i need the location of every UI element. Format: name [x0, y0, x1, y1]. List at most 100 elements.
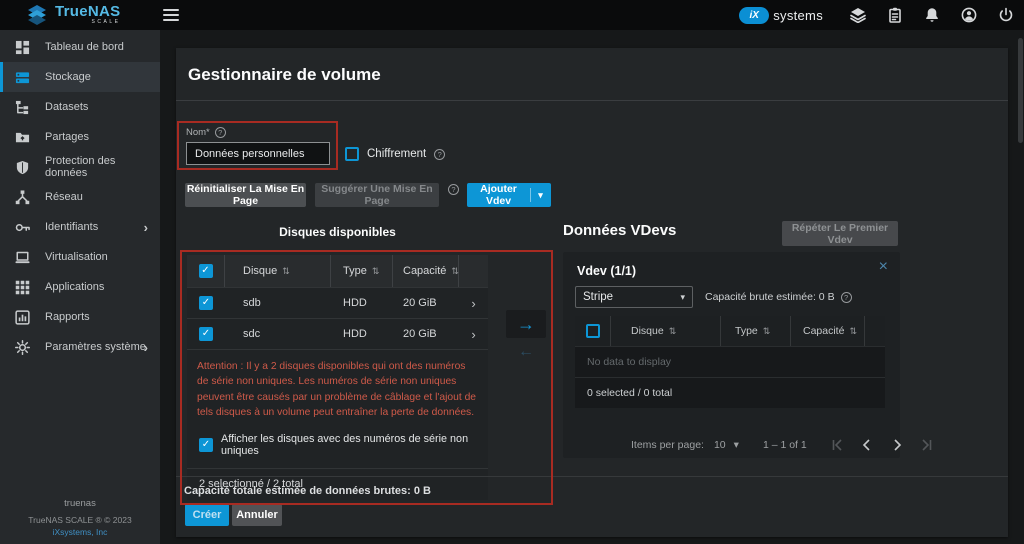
key-icon	[15, 220, 30, 235]
sidebar-item-label: Réseau	[45, 191, 83, 203]
column-type[interactable]: Type	[343, 265, 367, 277]
create-button[interactable]: Créer	[185, 504, 229, 526]
dashboard-icon	[15, 40, 30, 55]
select-all-checkbox[interactable]: ✓	[199, 264, 213, 278]
sidebar: Tableau de bord Stockage Datasets Partag…	[0, 30, 160, 544]
row-checkbox[interactable]: ✓	[199, 296, 213, 310]
show-nonunique-checkbox[interactable]: ✓	[199, 438, 213, 452]
next-page-button[interactable]	[887, 435, 907, 455]
ix-name: systems	[773, 8, 823, 23]
first-page-button[interactable]	[827, 435, 847, 455]
sidebar-item-applications[interactable]: Applications	[0, 272, 160, 302]
truenas-logo[interactable]: TrueNAS SCALE	[26, 3, 120, 25]
column-disque[interactable]: Disque	[243, 265, 277, 277]
user-account-icon[interactable]	[961, 7, 977, 23]
jobs-icon[interactable]	[887, 7, 903, 23]
move-right-button[interactable]: →	[506, 310, 546, 338]
sidebar-item-system-settings[interactable]: Paramètres système ›	[0, 332, 160, 362]
sidebar-item-data-protection[interactable]: Protection des données	[0, 152, 160, 182]
table-row-sdc[interactable]: ✓ sdc HDD 20 GiB ›	[187, 318, 488, 349]
sort-icon[interactable]: ⇅	[763, 326, 771, 337]
arrow-right-icon: →	[517, 314, 535, 335]
close-icon[interactable]: ×	[879, 258, 888, 276]
layout-value: Stripe	[583, 291, 680, 303]
caret-down-icon[interactable]: ▾	[531, 190, 551, 201]
ixsystems-link[interactable]: iXsystems, Inc	[0, 528, 160, 538]
sidebar-item-label: Partages	[45, 131, 89, 143]
expand-row-icon[interactable]: ›	[471, 327, 475, 342]
serial-warning-text: Attention : Il y a 2 disques disponibles…	[197, 359, 478, 421]
brand-text: TrueNAS SCALE	[55, 4, 120, 25]
sidebar-footer: truenas TrueNAS SCALE ® © 2023 iXsystems…	[0, 499, 160, 538]
sort-icon[interactable]: ⇅	[669, 326, 677, 337]
datasets-tree-icon	[15, 100, 30, 115]
sidebar-item-reports[interactable]: Rapports	[0, 302, 160, 332]
repeat-first-vdev-button[interactable]: Répéter Le Premier Vdev	[782, 221, 898, 246]
vdev-selection-summary: 0 selected / 0 total	[575, 377, 885, 408]
row-checkbox[interactable]: ✓	[199, 327, 213, 341]
disk-type: HDD	[343, 328, 367, 340]
help-icon[interactable]: ?	[434, 149, 445, 160]
caret-down-icon: ▾	[734, 439, 739, 451]
brand-name: TrueNAS	[55, 4, 120, 19]
items-per-page-select[interactable]: 10 ▾	[714, 439, 739, 451]
estimated-capacity-label: Capacité brute estimée: 0 B	[705, 291, 835, 303]
encryption-checkbox[interactable]	[345, 147, 359, 161]
sidebar-nav: Tableau de bord Stockage Datasets Partag…	[0, 32, 160, 362]
sidebar-item-label: Identifiants	[45, 221, 98, 233]
sidebar-item-storage[interactable]: Stockage	[0, 62, 160, 92]
sidebar-item-network[interactable]: Réseau	[0, 182, 160, 212]
sidebar-item-virtualization[interactable]: Virtualisation	[0, 242, 160, 272]
sidebar-item-shares[interactable]: Partages	[0, 122, 160, 152]
add-vdev-button[interactable]: Ajouter Vdev ▾	[467, 183, 551, 207]
reports-chart-icon	[15, 310, 30, 325]
select-all-checkbox[interactable]	[586, 324, 600, 338]
shield-icon	[15, 160, 30, 175]
arrow-left-icon: ←	[518, 343, 534, 361]
truenas-logo-icon	[26, 3, 48, 25]
sidebar-item-credentials[interactable]: Identifiants ›	[0, 212, 160, 242]
alerts-bell-icon[interactable]	[924, 7, 940, 23]
sort-icon[interactable]: ⇅	[372, 266, 380, 277]
help-icon[interactable]: ?	[841, 292, 852, 303]
copyright: TrueNAS SCALE ® © 2023	[0, 516, 160, 526]
menu-toggle-icon[interactable]	[163, 9, 179, 21]
disks-table-header: ✓ Disque ⇅ Type ⇅ Capacité ⇅	[187, 255, 488, 287]
sidebar-item-label: Virtualisation	[45, 251, 108, 263]
column-disque[interactable]: Disque	[631, 325, 664, 337]
sidebar-item-label: Paramètres système	[45, 341, 146, 353]
disk-capacity: 20 GiB	[403, 297, 437, 309]
sidebar-item-label: Datasets	[45, 101, 88, 113]
power-icon[interactable]	[998, 7, 1014, 23]
sidebar-item-datasets[interactable]: Datasets	[0, 92, 160, 122]
scrollbar-thumb[interactable]	[1018, 38, 1023, 143]
table-row-sdb[interactable]: ✓ sdb HDD 20 GiB ›	[187, 287, 488, 318]
vdev-card: Vdev (1/1) × Stripe ▾ Capacité brute est…	[563, 252, 900, 458]
suggest-layout-button[interactable]: Suggérer Une Mise En Page	[315, 183, 439, 207]
data-vdevs-title: Données VDevs	[563, 222, 676, 239]
column-capacite[interactable]: Capacité	[403, 265, 446, 277]
topbar-actions: iX systems	[739, 0, 1014, 30]
sidebar-item-label: Rapports	[45, 311, 90, 323]
empty-table-message: No data to display	[575, 346, 885, 377]
caret-down-icon: ▾	[680, 292, 685, 303]
sidebar-item-dashboard[interactable]: Tableau de bord	[0, 32, 160, 62]
truecommand-icon[interactable]	[850, 7, 866, 23]
layout-select[interactable]: Stripe ▾	[575, 286, 693, 308]
column-capacite[interactable]: Capacité	[803, 325, 844, 337]
previous-page-button[interactable]	[857, 435, 877, 455]
help-icon[interactable]: ?	[215, 127, 226, 138]
available-disks-panel: ✓ Disque ⇅ Type ⇅ Capacité ⇅ ✓ sdb HDD 20 G…	[187, 255, 488, 500]
move-left-button[interactable]: ←	[506, 340, 546, 364]
sort-icon[interactable]: ⇅	[849, 326, 857, 337]
last-page-button[interactable]	[917, 435, 937, 455]
pool-name-input[interactable]	[186, 142, 330, 165]
reset-layout-button[interactable]: Réinitialiser La Mise En Page	[185, 183, 306, 207]
column-type[interactable]: Type	[735, 325, 758, 337]
sort-icon[interactable]: ⇅	[282, 266, 290, 277]
total-capacity-text: Capacité totale estimée de données brute…	[184, 485, 431, 497]
sort-icon[interactable]: ⇅	[451, 266, 459, 277]
help-icon[interactable]: ?	[448, 184, 459, 195]
cancel-button[interactable]: Annuler	[232, 504, 282, 526]
expand-row-icon[interactable]: ›	[471, 296, 475, 311]
